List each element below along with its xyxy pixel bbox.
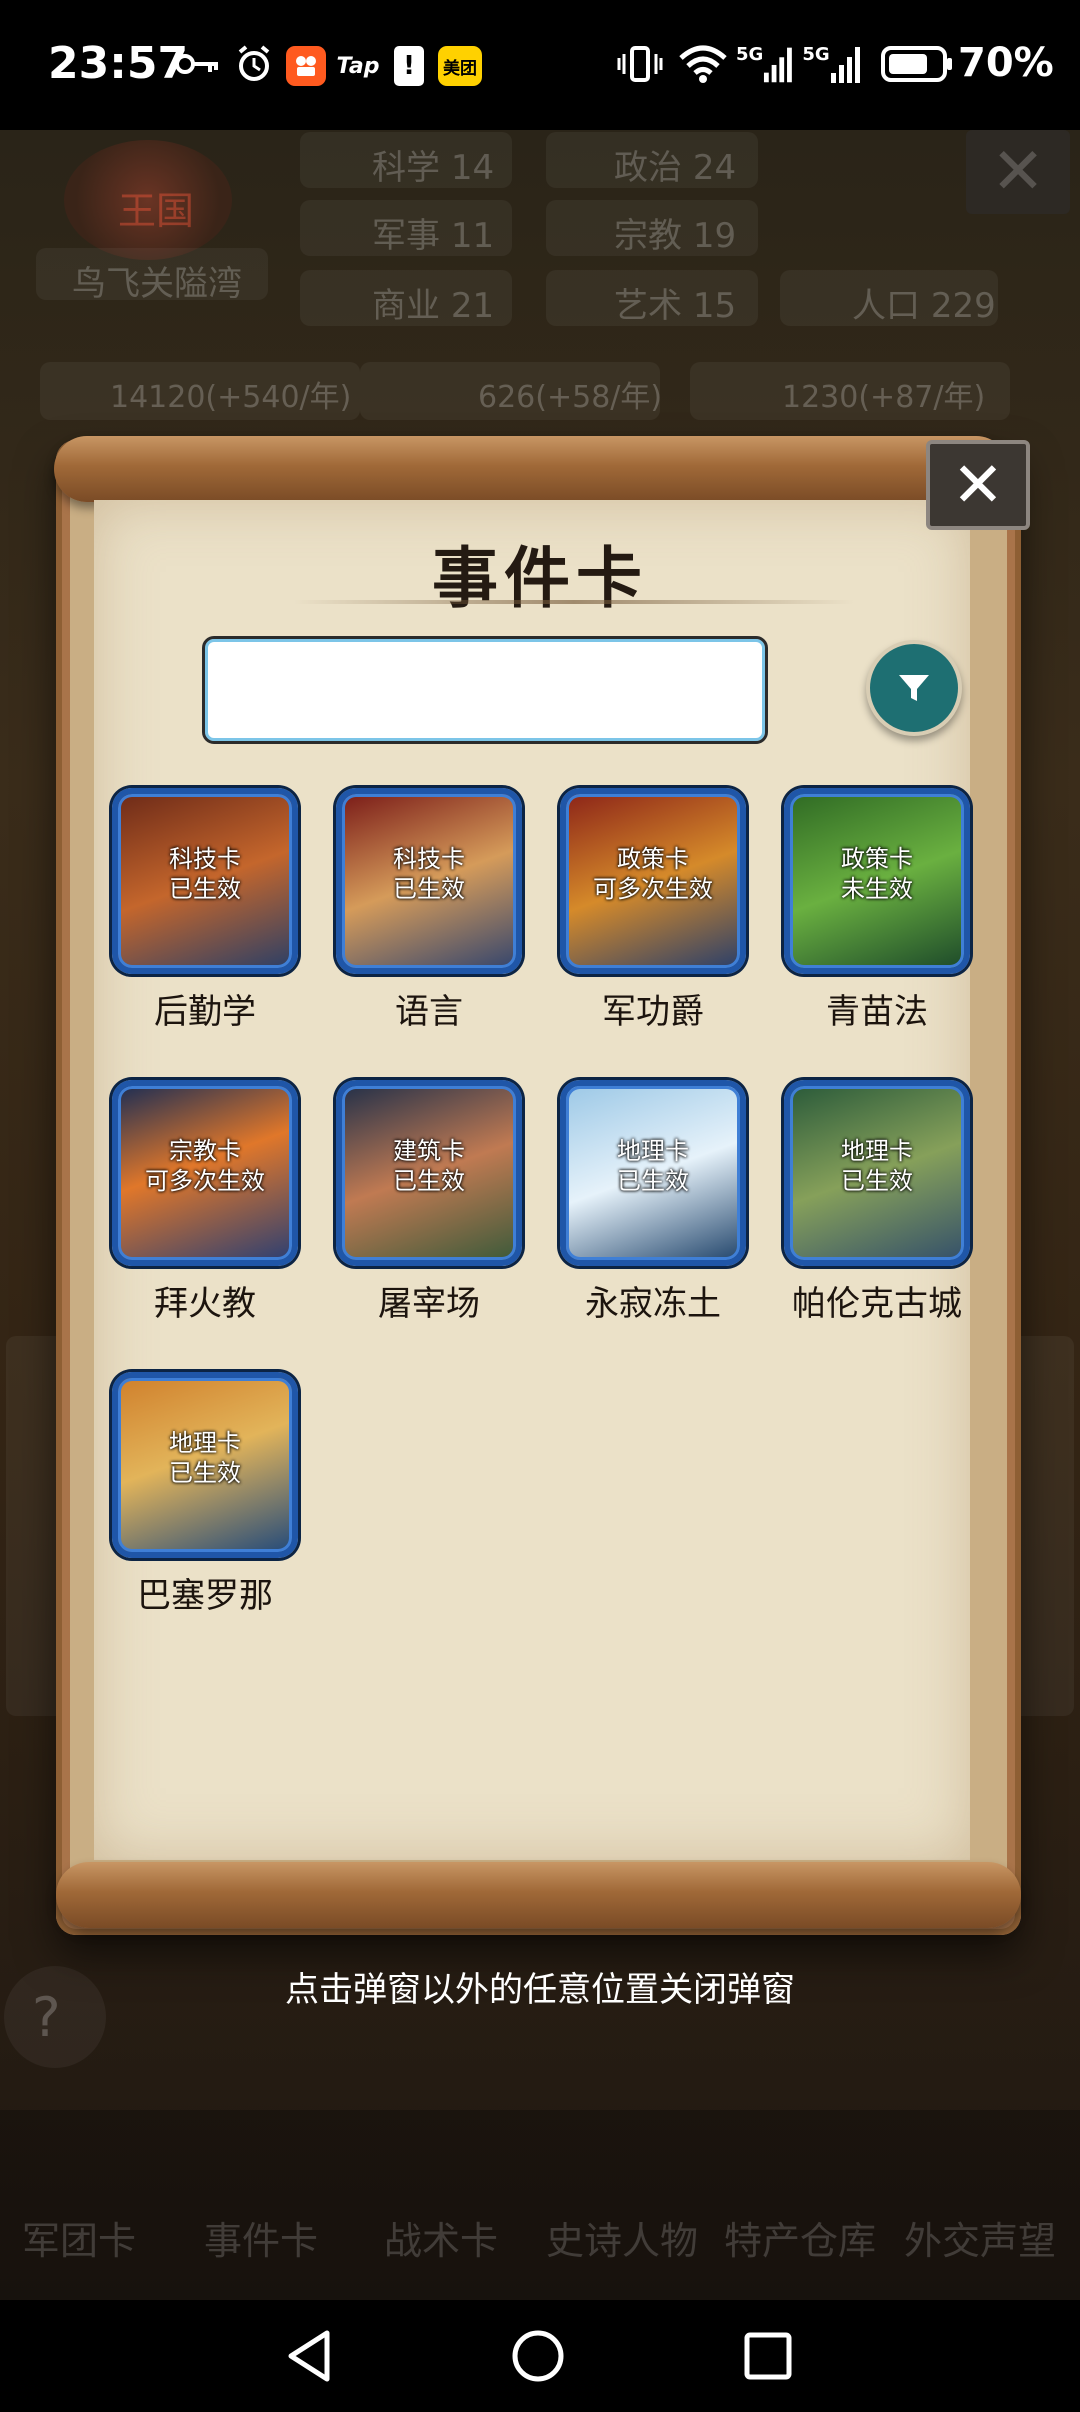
app-icon-meituan: 美团: [438, 46, 482, 86]
app-icon-notice: !: [394, 46, 424, 86]
close-icon: ✕: [952, 448, 1004, 521]
resource-gold: 14120(+540/年): [110, 380, 352, 415]
battery-percent: 70%: [958, 40, 1054, 86]
app-icon-kuaishou: [286, 46, 326, 86]
location-name: 鸟飞关隘湾: [72, 264, 242, 304]
card-item[interactable]: 地理卡 已生效 永寂冻土: [560, 1080, 750, 1340]
resource-stone: 1230(+87/年): [782, 380, 986, 415]
filter-icon: [899, 675, 929, 701]
stat-politics: 政治 24: [614, 148, 737, 188]
card-item[interactable]: 科技卡 已生效 语言: [336, 788, 526, 1048]
app-icon-tap: Tap: [336, 53, 380, 79]
card-item[interactable]: 政策卡 未生效 青苗法: [784, 788, 974, 1048]
card-badge: 政策卡 未生效: [841, 845, 913, 903]
nav-epic-heroes: 史诗人物: [546, 2219, 699, 2263]
card-name: 帕伦克古城: [792, 1284, 962, 1324]
scroll-top-roll: [54, 436, 1009, 502]
alarm-icon: [232, 44, 276, 84]
stat-population: 人口 229: [852, 286, 996, 326]
card-name: 永寂冻土: [585, 1284, 721, 1324]
card-art: 政策卡 可多次生效: [560, 788, 746, 974]
card-badge: 地理卡 已生效: [841, 1137, 913, 1195]
back-icon: [288, 2330, 330, 2382]
card-badge: 政策卡 可多次生效: [593, 845, 713, 903]
card-name: 后勤学: [154, 992, 256, 1032]
stat-commerce: 商业 21: [372, 286, 495, 326]
card-item[interactable]: 政策卡 可多次生效 军功爵: [560, 788, 750, 1048]
card-name: 巴塞罗那: [137, 1576, 273, 1616]
card-badge: 宗教卡 可多次生效: [145, 1137, 265, 1195]
card-art: 宗教卡 可多次生效: [112, 1080, 298, 1266]
filter-button[interactable]: [866, 640, 962, 736]
kingdom-badge: 王国: [118, 189, 195, 233]
card-art: 建筑卡 已生效: [336, 1080, 522, 1266]
close-button[interactable]: ✕: [926, 440, 1030, 530]
card-name: 语言: [395, 992, 463, 1032]
title-divider: [294, 600, 854, 604]
card-art: 科技卡 已生效: [112, 788, 298, 974]
search-input[interactable]: [202, 636, 768, 744]
card-badge: 科技卡 已生效: [393, 845, 465, 903]
network-type-1: 5G: [736, 44, 764, 65]
close-hint: 点击弹窗以外的任意位置关闭弹窗: [285, 1970, 795, 2010]
nav-diplomacy: 外交声望: [904, 2219, 1057, 2263]
nav-legion-cards: 军团卡: [22, 2219, 137, 2263]
background-close-icon: ✕: [966, 130, 1070, 214]
nav-tactic-cards: 战术卡: [384, 2219, 499, 2263]
card-name: 屠宰场: [378, 1284, 480, 1324]
card-name: 青苗法: [826, 992, 928, 1032]
stat-military: 军事 11: [372, 216, 495, 256]
nav-specialty-warehouse: 特产仓库: [724, 2219, 877, 2263]
status-time: 23:57: [48, 38, 189, 89]
system-nav-bar: [0, 2300, 1080, 2412]
home-icon: [512, 2330, 564, 2382]
card-badge: 地理卡 已生效: [169, 1429, 241, 1487]
stat-religion: 宗教 19: [614, 216, 737, 256]
card-art: 地理卡 已生效: [112, 1372, 298, 1558]
signal-icon-2: 5G: [802, 44, 864, 84]
recents-icon: [744, 2332, 792, 2380]
stat-art: 艺术 15: [614, 286, 737, 326]
back-button[interactable]: [278, 2324, 342, 2388]
recents-button[interactable]: [736, 2324, 800, 2388]
wifi-icon: [676, 44, 730, 84]
key-icon: [172, 44, 222, 84]
bottom-nav-bar: [0, 2110, 1080, 2300]
card-art: 政策卡 未生效: [784, 788, 970, 974]
card-art: 科技卡 已生效: [336, 788, 522, 974]
card-badge: 建筑卡 已生效: [393, 1137, 465, 1195]
network-type-2: 5G: [802, 44, 830, 65]
card-name: 军功爵: [602, 992, 704, 1032]
card-art: 地理卡 已生效: [560, 1080, 746, 1266]
card-badge: 科技卡 已生效: [169, 845, 241, 903]
card-item[interactable]: 地理卡 已生效 帕伦克古城: [784, 1080, 974, 1340]
card-item[interactable]: 科技卡 已生效 后勤学: [112, 788, 302, 1048]
home-button[interactable]: [506, 2324, 570, 2388]
card-item[interactable]: 宗教卡 可多次生效 拜火教: [112, 1080, 302, 1340]
card-item[interactable]: 建筑卡 已生效 屠宰场: [336, 1080, 526, 1340]
modal-title: 事件卡: [432, 540, 648, 617]
resource-wood: 626(+58/年): [478, 380, 663, 415]
nav-event-cards: 事件卡: [204, 2219, 319, 2263]
status-bar: 23:57 Tap ! 美团 5G 5G 70%: [0, 0, 1080, 130]
stat-science: 科学 14: [372, 148, 495, 188]
battery-icon: [880, 44, 954, 84]
signal-icon-1: 5G: [736, 44, 796, 84]
scroll-bottom-roll: [56, 1862, 1021, 1928]
card-item[interactable]: 地理卡 已生效 巴塞罗那: [112, 1372, 302, 1632]
vibrate-icon: [614, 44, 666, 84]
card-badge: 地理卡 已生效: [617, 1137, 689, 1195]
card-name: 拜火教: [154, 1284, 256, 1324]
card-art: 地理卡 已生效: [784, 1080, 970, 1266]
